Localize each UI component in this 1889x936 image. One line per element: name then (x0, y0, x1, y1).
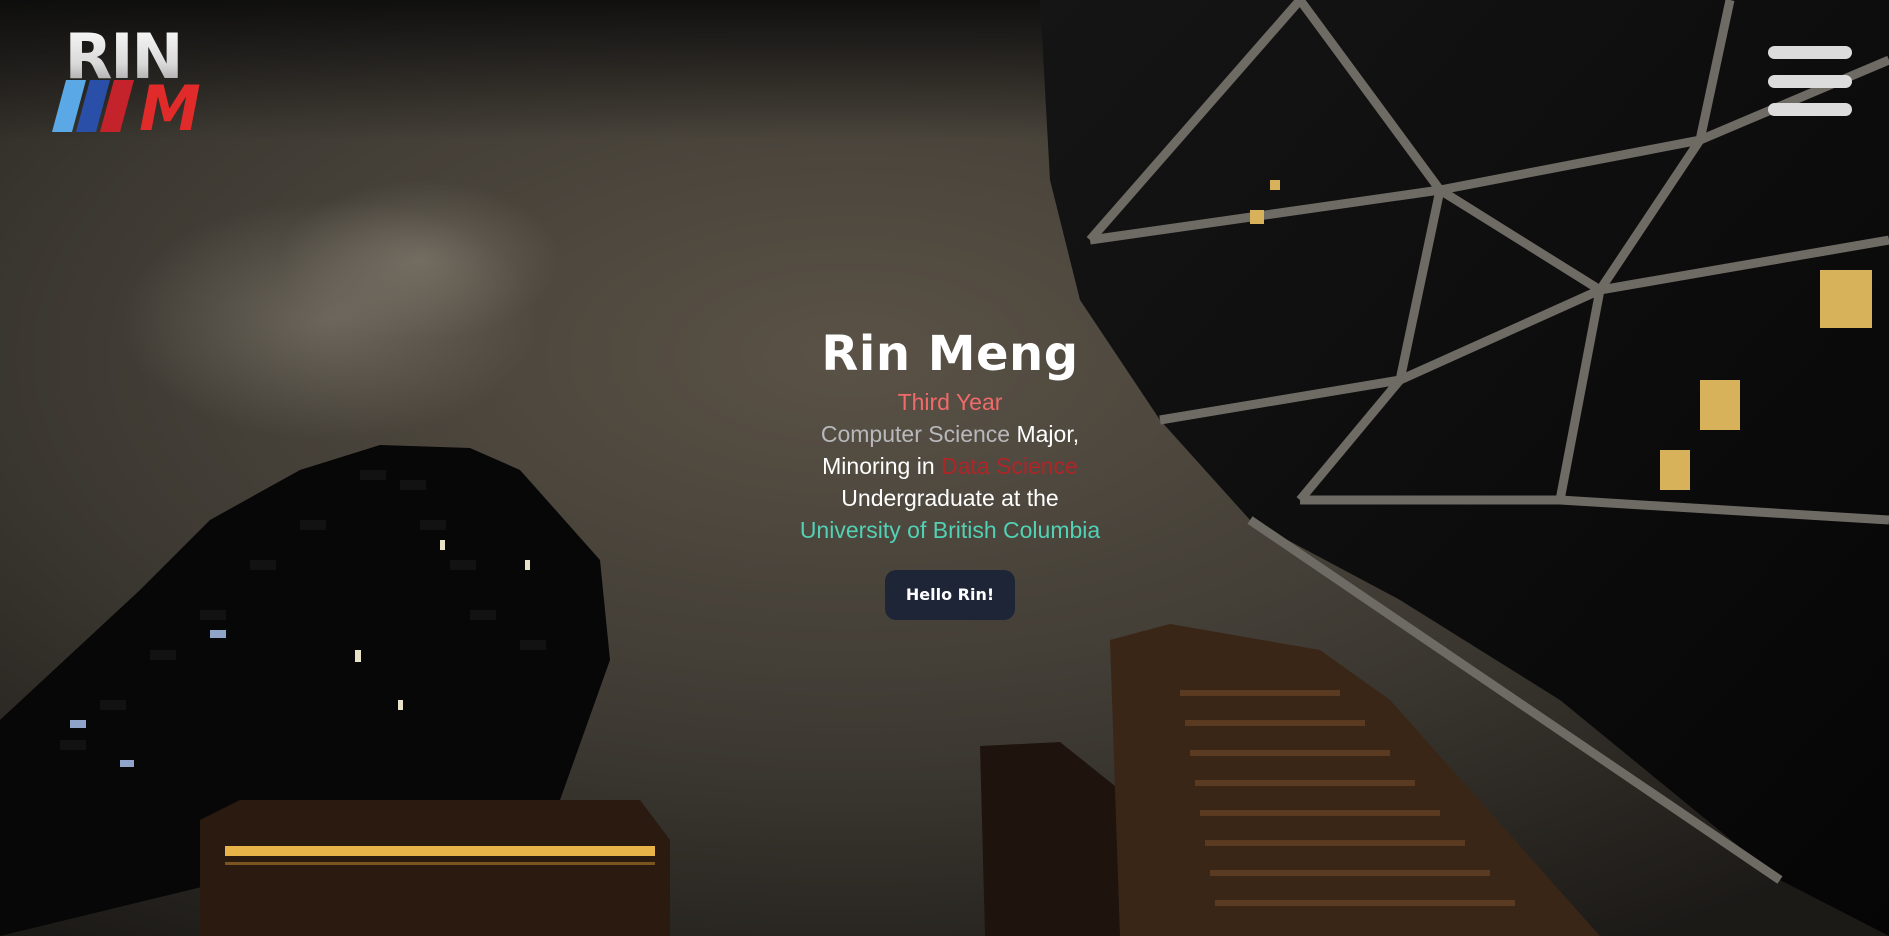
hero-major-suffix: Major, (1010, 421, 1080, 447)
hamburger-menu-icon[interactable] (1768, 44, 1852, 118)
hero-major-field: Computer Science (820, 421, 1011, 447)
hero-undergrad-line: Undergraduate at the (841, 485, 1059, 511)
hero-description: Third Year Computer Science Major, Minor… (744, 386, 1156, 546)
hero-minor-field: Data Science (941, 453, 1078, 479)
menu-bar-middle (1768, 74, 1852, 88)
hero-section: Rin Meng Third Year Computer Science Maj… (744, 322, 1156, 620)
hero-name: Rin Meng (821, 326, 1079, 382)
menu-bar-top (1768, 46, 1852, 59)
hero-minor-line: Minoring in Data Science (744, 450, 1156, 482)
hero-year: Third Year (897, 389, 1003, 415)
rin-m-logo[interactable]: RIN M (32, 26, 214, 134)
hero-university: University of British Columbia (799, 517, 1101, 543)
logo-text-m: M (139, 72, 201, 134)
hero-major-line: Computer Science Major, (744, 418, 1156, 450)
hero-minor-prefix: Minoring in (822, 453, 942, 479)
hello-rin-button[interactable]: Hello Rin! (885, 570, 1015, 620)
menu-bar-bottom (1768, 103, 1852, 116)
